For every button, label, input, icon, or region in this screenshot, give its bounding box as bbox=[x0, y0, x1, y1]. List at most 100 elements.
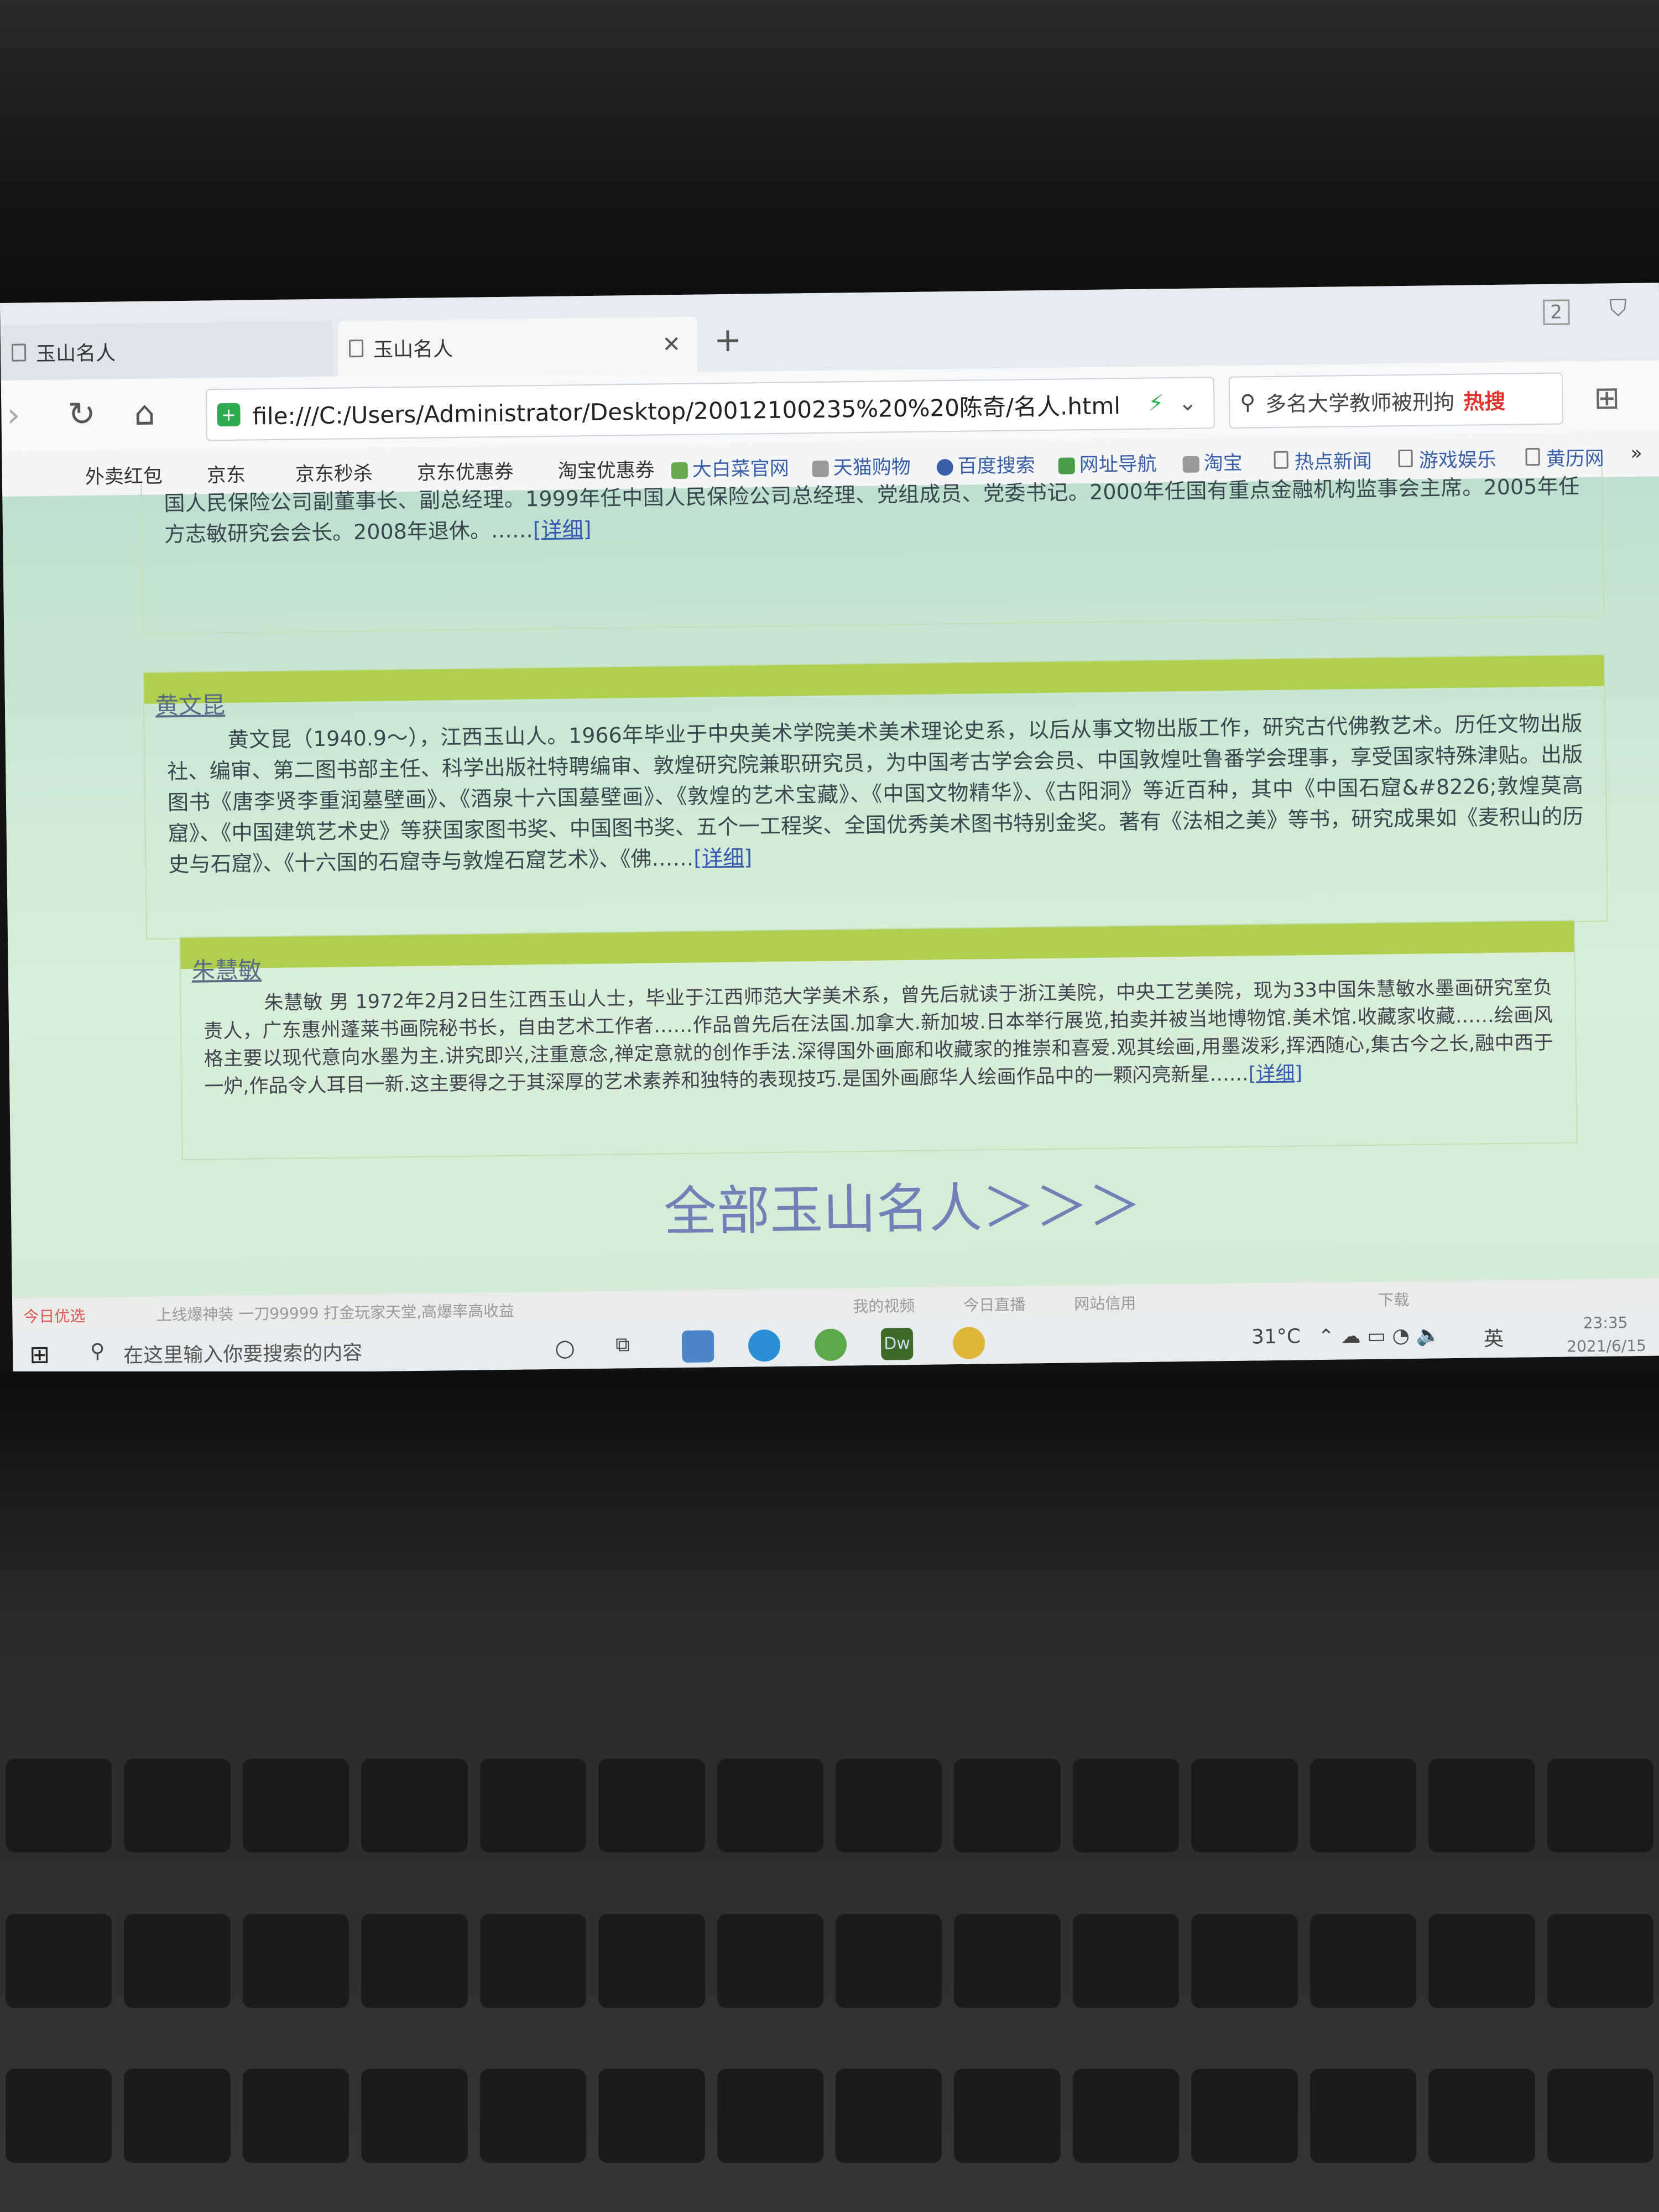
keyboard-key bbox=[836, 1913, 942, 2008]
search-icon: ⚲ bbox=[90, 1339, 105, 1363]
keyboard-key bbox=[361, 1759, 468, 1853]
bookmark-favicon bbox=[1058, 457, 1075, 474]
keyboard-key bbox=[1310, 2069, 1417, 2163]
detail-link[interactable]: [详细] bbox=[1248, 1062, 1302, 1085]
keyboard-key bbox=[598, 1913, 705, 2008]
keyboard-key bbox=[1547, 1759, 1653, 1853]
pinwheel-app-icon[interactable] bbox=[952, 1327, 985, 1360]
search-box[interactable]: ⚲ 多名大学教师被刑拘 热搜 bbox=[1228, 372, 1563, 429]
keyboard-key bbox=[1428, 1913, 1535, 2008]
bookmark-favicon bbox=[671, 462, 688, 479]
keyboard-key bbox=[1072, 2069, 1180, 2163]
refresh-icon[interactable]: ↻ bbox=[67, 395, 96, 434]
keyboard-key bbox=[1547, 1913, 1653, 2008]
keyboard-key bbox=[6, 1913, 112, 2008]
keyboard-key bbox=[1191, 1913, 1298, 2008]
keyboard-key bbox=[1547, 2069, 1653, 2163]
download-button[interactable]: 下载 bbox=[1378, 1288, 1410, 1311]
keyboard-key bbox=[954, 2069, 1061, 2163]
cortana-icon[interactable]: ○ bbox=[555, 1334, 575, 1361]
keyboard-key bbox=[1310, 1913, 1417, 2008]
keyboard-key bbox=[479, 1913, 587, 2008]
keyboard-key bbox=[124, 1913, 231, 2008]
keyboard-key bbox=[717, 1913, 823, 2008]
shirt-icon[interactable]: ⛉ bbox=[1609, 294, 1627, 322]
ime-indicator[interactable]: 英 bbox=[1484, 1323, 1504, 1352]
bookmark-favicon bbox=[812, 460, 829, 478]
keyboard-key bbox=[124, 1759, 231, 1853]
task-view-icon[interactable]: ⧉ bbox=[615, 1333, 630, 1357]
new-tab-icon[interactable]: + bbox=[713, 321, 742, 360]
keyboard-key bbox=[361, 2069, 468, 2163]
lightning-icon[interactable]: ⚡ bbox=[1148, 390, 1164, 416]
dreamweaver-app-icon[interactable]: Dw bbox=[880, 1327, 914, 1360]
windows-start-icon[interactable]: ⊞ bbox=[29, 1340, 50, 1369]
tray-icons[interactable]: ⌃ ☁ ▭ ◔ 🔈 bbox=[1318, 1323, 1441, 1348]
ad-ticker[interactable]: 上线爆神装 一刀99999 打金玩家天堂,高爆率高收益 bbox=[156, 1299, 514, 1326]
url-field[interactable]: + file:///C:/Users/Administrator/Desktop… bbox=[205, 377, 1215, 441]
tab-1[interactable]: 玉山名人 bbox=[0, 321, 333, 380]
keyboard-key bbox=[242, 1913, 349, 2008]
page-icon bbox=[348, 339, 364, 358]
keyboard-key bbox=[598, 1759, 705, 1853]
page-icon bbox=[11, 343, 27, 362]
keyboard-key bbox=[1191, 2069, 1298, 2163]
tab-label: 玉山名人 bbox=[35, 342, 116, 366]
key-grid bbox=[0, 1759, 1659, 2212]
person-entry: 朱慧敏 朱慧敏 男 1972年2月2日生江西玉山人士，毕业于江西师范大学美术系，… bbox=[179, 920, 1578, 1161]
url-text: file:///C:/Users/Administrator/Desktop/2… bbox=[252, 392, 1121, 430]
my-video-button[interactable]: 我的视频 bbox=[853, 1294, 915, 1317]
shield-icon: + bbox=[217, 403, 241, 427]
paw-icon bbox=[936, 458, 953, 476]
laptop-keyboard bbox=[0, 1371, 1659, 2212]
taskbar-search-input[interactable]: 在这里输入你要搜索的内容 bbox=[123, 1337, 363, 1368]
keyboard-key bbox=[598, 2069, 705, 2163]
site-credit-button[interactable]: 网站信用 bbox=[1074, 1291, 1136, 1314]
keyboard-key bbox=[6, 1759, 112, 1853]
keyboard-key bbox=[836, 1759, 942, 1853]
keyboard-key bbox=[1310, 1759, 1417, 1853]
keyboard-key bbox=[717, 1759, 823, 1853]
keyboard-key bbox=[1072, 1759, 1180, 1853]
clock-date[interactable]: 2021/6/15 bbox=[1567, 1337, 1646, 1356]
keyboard-key bbox=[1428, 1759, 1535, 1853]
hot-search-badge: 热搜 bbox=[1463, 389, 1506, 414]
keyboard-key bbox=[1072, 1913, 1180, 2008]
mail-app-icon[interactable] bbox=[681, 1330, 714, 1363]
home-icon[interactable]: ⌂ bbox=[134, 394, 155, 433]
close-tab-icon[interactable]: ✕ bbox=[662, 332, 681, 357]
live-button[interactable]: 今日直播 bbox=[963, 1292, 1025, 1315]
browser-app-icon[interactable] bbox=[814, 1328, 847, 1361]
chevron-down-icon[interactable]: ⌄ bbox=[1178, 390, 1197, 416]
apps-grid-icon[interactable]: ⊞ bbox=[1594, 380, 1620, 416]
more-bookmarks-icon[interactable]: » bbox=[1630, 442, 1642, 465]
weather-temperature[interactable]: 31°C bbox=[1251, 1325, 1301, 1348]
laptop-bezel bbox=[0, 0, 1659, 310]
clock-time[interactable]: 23:35 bbox=[1583, 1313, 1628, 1332]
page-icon bbox=[1274, 451, 1288, 469]
keyboard-key bbox=[242, 1759, 349, 1853]
keyboard-key bbox=[479, 1759, 587, 1853]
tab-label: 玉山名人 bbox=[373, 338, 453, 362]
window-count-badge[interactable]: 2 bbox=[1543, 299, 1570, 325]
edge-app-icon[interactable] bbox=[748, 1329, 781, 1362]
keyboard-key bbox=[836, 2069, 942, 2163]
bookmark-favicon bbox=[1182, 456, 1199, 473]
keyboard-key bbox=[361, 1913, 468, 2008]
keyboard-key bbox=[124, 2069, 231, 2163]
keyboard-key bbox=[242, 2069, 349, 2163]
browser-window: 玉山名人 玉山名人 ✕ + 2 ⛉ › ↻ ⌂ + file:///C:/Use… bbox=[0, 283, 1659, 1376]
today-picks[interactable]: 今日优选 bbox=[23, 1304, 85, 1327]
tab-2[interactable]: 玉山名人 ✕ bbox=[337, 316, 698, 377]
forward-icon[interactable]: › bbox=[7, 396, 20, 435]
keyboard-key bbox=[479, 2069, 587, 2163]
all-celebrities-link[interactable]: 全部玉山名人＞＞＞ bbox=[663, 1163, 1142, 1246]
page-content: 国人民保险公司副董事长、副总经理。1999年任中国人民保险公司总经理、党组成员、… bbox=[2, 466, 1659, 1298]
person-entry: 国人民保险公司副董事长、副总经理。1999年任中国人民保险公司总经理、党组成员、… bbox=[140, 466, 1605, 634]
entry-body: 朱慧敏 男 1972年2月2日生江西玉山人士，毕业于江西师范大学美术系，曾先后就… bbox=[203, 976, 1553, 1098]
page-icon bbox=[1525, 448, 1540, 466]
keyboard-key bbox=[1428, 2069, 1535, 2163]
detail-link[interactable]: [详细] bbox=[533, 517, 592, 542]
entry-body: 黄文昆（1940.9～），江西玉山人。1966年毕业于中央美术学院美术美术理论史… bbox=[167, 711, 1584, 877]
detail-link[interactable]: [详细] bbox=[693, 845, 752, 870]
